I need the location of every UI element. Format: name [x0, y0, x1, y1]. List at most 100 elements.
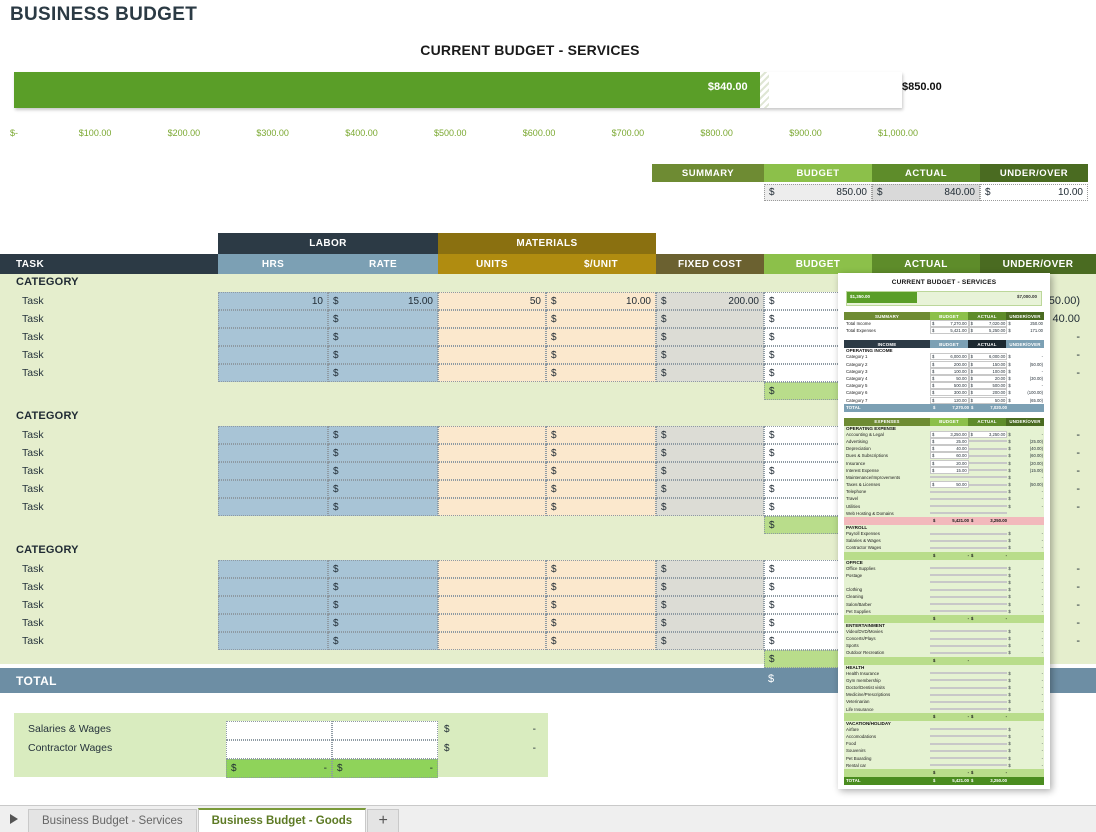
table-cell-units[interactable]	[438, 480, 546, 498]
overlay-data-row[interactable]: $ -	[844, 579, 1044, 586]
table-cell-rate[interactable]: $	[328, 632, 438, 650]
table-cell-rate[interactable]: $15.00	[328, 292, 438, 310]
overlay-actual-cell[interactable]	[968, 595, 1008, 598]
overlay-actual-cell[interactable]	[968, 505, 1008, 508]
overlay-actual-cell[interactable]	[968, 574, 1008, 577]
table-cell-unit_price[interactable]: $	[546, 632, 656, 650]
overlay-actual-cell[interactable]	[968, 637, 1008, 640]
overlay-data-row[interactable]: Medicine/Prescriptions $ -	[844, 691, 1044, 698]
table-cell-units[interactable]	[438, 426, 546, 444]
summary-underover-cell[interactable]: $ 10.00	[980, 184, 1088, 201]
overlay-budget-cell[interactable]	[930, 728, 969, 731]
table-cell-rate[interactable]: $	[328, 614, 438, 632]
overlay-actual-cell[interactable]	[968, 630, 1008, 633]
overlay-actual-cell[interactable]	[968, 742, 1008, 745]
overlay-data-row[interactable]: Category 1 $6,000.00 $6,000.00 $ -	[844, 353, 1044, 361]
table-cell-rate[interactable]: $	[328, 480, 438, 498]
table-cell-units[interactable]	[438, 444, 546, 462]
overlay-actual-cell[interactable]	[968, 497, 1008, 500]
overlay-data-row[interactable]: Pet Boarding $ -	[844, 754, 1044, 761]
overlay-budget-cell[interactable]: $25.00	[930, 437, 969, 445]
overlay-data-row[interactable]: Total Expenses $5,421.00 $5,250.00 $171.00	[844, 327, 1044, 335]
overlay-budget-cell[interactable]	[930, 574, 969, 577]
overlay-budget-cell[interactable]	[930, 742, 969, 745]
table-cell-units[interactable]	[438, 578, 546, 596]
table-cell-hrs[interactable]	[218, 498, 328, 516]
overlay-data-row[interactable]: Clothing $ -	[844, 586, 1044, 593]
overlay-data-row[interactable]: Category 6 $300.00 $200.00 $ (100.00)	[844, 389, 1044, 397]
overlay-budget-cell[interactable]: $15.00	[930, 466, 969, 474]
overlay-actual-cell[interactable]: $7,020.00	[968, 320, 1008, 328]
summary-budget-cell[interactable]: $ 850.00	[764, 184, 872, 201]
table-cell-fixed_cost[interactable]: $	[656, 614, 764, 632]
overlay-actual-cell[interactable]	[968, 728, 1008, 731]
overlay-data-row[interactable]: Insurance $20.00 $ (20.00)	[844, 459, 1044, 467]
table-cell-unit_price[interactable]: $	[546, 444, 656, 462]
overlay-actual-cell[interactable]	[968, 581, 1008, 584]
table-cell-units[interactable]	[438, 632, 546, 650]
overlay-budget-cell[interactable]	[930, 546, 969, 549]
overlay-budget-cell[interactable]	[930, 686, 969, 689]
overlay-data-row[interactable]: Sports $ -	[844, 642, 1044, 649]
table-cell-hrs[interactable]	[218, 364, 328, 382]
table-cell-unit_price[interactable]: $	[546, 596, 656, 614]
table-cell-rate[interactable]: $	[328, 462, 438, 480]
table-cell-fixed_cost[interactable]: $	[656, 364, 764, 382]
overlay-data-row[interactable]: Postage $ -	[844, 572, 1044, 579]
table-cell-rate[interactable]: $	[328, 560, 438, 578]
overlay-actual-cell[interactable]	[968, 490, 1008, 493]
overlay-data-row[interactable]: Souvenirs $ -	[844, 747, 1044, 754]
table-cell-rate[interactable]: $	[328, 310, 438, 328]
overlay-data-row[interactable]: Taxes & Licenses $50.00 $ (50.00)	[844, 481, 1044, 489]
overlay-data-row[interactable]: Telephone $ -	[844, 488, 1044, 495]
table-cell-unit_price[interactable]: $	[546, 328, 656, 346]
overlay-actual-cell[interactable]	[968, 546, 1008, 549]
overlay-data-row[interactable]: Web Hosting & Domains	[844, 510, 1044, 517]
overlay-data-row[interactable]: Category 5 $500.00 $500.00 $ -	[844, 382, 1044, 390]
overlay-data-row[interactable]: Interest Expense $15.00 $ (15.00)	[844, 466, 1044, 474]
overlay-budget-cell[interactable]	[930, 672, 969, 675]
overlay-data-row[interactable]: Food $ -	[844, 740, 1044, 747]
table-cell-unit_price[interactable]: $	[546, 614, 656, 632]
overlay-actual-cell[interactable]	[968, 440, 1008, 443]
table-cell-hrs[interactable]	[218, 560, 328, 578]
overlay-data-row[interactable]: Doctor/Dentist visits $ -	[844, 684, 1044, 691]
overlay-budget-cell[interactable]	[930, 490, 969, 493]
overlay-actual-cell[interactable]	[968, 651, 1008, 654]
overlay-data-row[interactable]: Category 7 $120.00 $50.00 $ (65.00)	[844, 396, 1044, 404]
overlay-data-row[interactable]: Pet Supplies $ -	[844, 608, 1044, 615]
overlay-budget-cell[interactable]	[930, 512, 969, 515]
overlay-budget-cell[interactable]	[930, 764, 969, 767]
table-cell-units[interactable]	[438, 310, 546, 328]
overlay-data-row[interactable]: Office Supplies $ -	[844, 565, 1044, 572]
table-cell-units[interactable]	[438, 364, 546, 382]
overlay-actual-cell[interactable]	[968, 686, 1008, 689]
overlay-budget-cell[interactable]	[930, 757, 969, 760]
wage-input-cell[interactable]	[226, 740, 332, 759]
overlay-data-row[interactable]: Rental car $ -	[844, 762, 1044, 769]
table-cell-unit_price[interactable]: $	[546, 578, 656, 596]
overlay-actual-cell[interactable]	[968, 462, 1008, 465]
table-cell-hrs[interactable]	[218, 462, 328, 480]
overlay-budget-cell[interactable]	[930, 708, 969, 711]
table-cell-fixed_cost[interactable]: $	[656, 310, 764, 328]
table-cell-units[interactable]	[438, 346, 546, 364]
overlay-actual-cell[interactable]	[968, 610, 1008, 613]
overlay-data-row[interactable]: Salon/Barber $ -	[844, 600, 1044, 607]
overlay-actual-cell[interactable]: $200.00	[968, 389, 1008, 397]
table-cell-fixed_cost[interactable]: $	[656, 560, 764, 578]
overlay-budget-cell[interactable]	[930, 497, 969, 500]
table-cell-rate[interactable]: $	[328, 328, 438, 346]
overlay-budget-cell[interactable]: $3,250.00	[930, 430, 969, 438]
overlay-actual-cell[interactable]	[968, 735, 1008, 738]
table-cell-unit_price[interactable]: $	[546, 364, 656, 382]
overlay-actual-cell[interactable]: $50.00	[968, 396, 1008, 404]
overlay-actual-cell[interactable]	[968, 532, 1008, 535]
table-cell-unit_price[interactable]: $	[546, 498, 656, 516]
table-cell-hrs[interactable]	[218, 614, 328, 632]
overlay-data-row[interactable]: Advertising $25.00 $ (25.00)	[844, 437, 1044, 445]
table-cell-units[interactable]: 50	[438, 292, 546, 310]
table-cell-fixed_cost[interactable]: $200.00	[656, 292, 764, 310]
overlay-actual-cell[interactable]	[968, 539, 1008, 542]
overlay-budget-cell[interactable]: $300.00	[930, 389, 969, 397]
